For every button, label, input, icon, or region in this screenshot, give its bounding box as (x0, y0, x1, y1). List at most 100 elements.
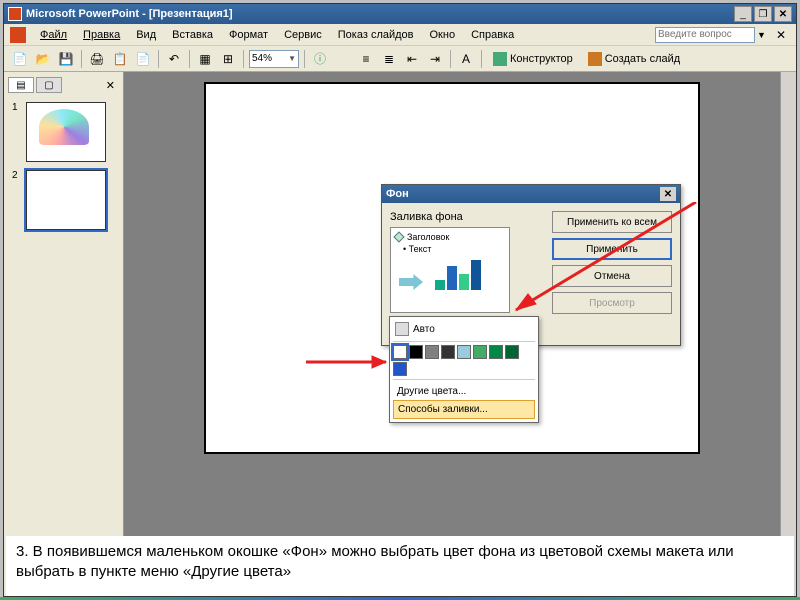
color-swatch[interactable] (393, 362, 407, 376)
slides-tab[interactable]: ▢ (36, 77, 62, 93)
designer-button[interactable]: Конструктор (487, 49, 579, 69)
panel-tabs: ▤ ▢ ✕ (8, 76, 119, 94)
color-swatch[interactable] (473, 345, 487, 359)
title-bar: Microsoft PowerPoint - [Презентация1] _ … (4, 4, 796, 24)
zoom-combo[interactable]: 54% ▼ (249, 50, 299, 68)
menu-tools[interactable]: Сервис (276, 27, 330, 43)
thumbnails: 1 2 (8, 98, 119, 234)
zoom-value: 54% (252, 53, 272, 64)
pv-title-row: Заголовок (395, 232, 505, 242)
pv-bullet-row: • Текст (403, 244, 505, 254)
slide-thumb-2[interactable] (26, 170, 106, 230)
paste-icon[interactable]: 📄 (133, 49, 153, 69)
minimize-button[interactable]: _ (734, 6, 752, 22)
menu-window[interactable]: Окно (422, 27, 464, 43)
bullets-icon[interactable]: ≡ (356, 49, 376, 69)
dialog-close-button[interactable]: ✕ (660, 187, 676, 201)
menu-help[interactable]: Справка (463, 27, 522, 43)
slide-stage[interactable]: Фон ✕ Заливка фона Заголовок • Текст (124, 72, 780, 596)
app-window: Microsoft PowerPoint - [Презентация1] _ … (3, 3, 797, 597)
panel-close-button[interactable]: ✕ (102, 79, 119, 92)
fill-preview: Заголовок • Текст (390, 227, 510, 313)
more-colors-item[interactable]: Другие цвета... (393, 383, 535, 400)
window-buttons: _ ❐ ✕ (734, 6, 792, 22)
apply-button[interactable]: Применить (552, 238, 672, 260)
menu-file[interactable]: Файл (32, 27, 75, 43)
close-button[interactable]: ✕ (774, 6, 792, 22)
toolbar: 📄 📂 💾 🖨 📋 📄 ↶ ▦ ⊞ 54% ▼ ⓘ ≡ ≣ ⇤ ⇥ A Конс… (4, 46, 796, 72)
copy-icon[interactable]: 📋 (110, 49, 130, 69)
chevron-down-icon: ▼ (288, 54, 296, 63)
pv-shapes (399, 260, 505, 290)
cancel-button[interactable]: Отмена (552, 265, 672, 287)
color-swatch[interactable] (425, 345, 439, 359)
dialog-title-bar[interactable]: Фон ✕ (382, 185, 680, 203)
bar-icon (447, 266, 457, 290)
caption: 3. В появившемся маленьком окошке «Фон» … (6, 536, 794, 596)
menu-bar: Файл Правка Вид Вставка Формат Сервис По… (4, 24, 796, 46)
color-scheme-row (393, 345, 535, 359)
outdent-icon[interactable]: ⇤ (402, 49, 422, 69)
help-icon[interactable]: ⓘ (310, 49, 330, 69)
bar-icon (471, 260, 481, 290)
bar-icon (435, 280, 445, 290)
new-slide-icon (588, 52, 602, 66)
auto-color-row[interactable]: Авто (393, 320, 535, 338)
doc-close-button[interactable]: ✕ (772, 28, 790, 42)
open-icon[interactable]: 📂 (33, 49, 53, 69)
menu-format[interactable]: Формат (221, 27, 276, 43)
content-area: ▤ ▢ ✕ 1 2 Фон ✕ (4, 72, 796, 596)
menu-insert[interactable]: Вставка (164, 27, 221, 43)
slide-canvas[interactable]: Фон ✕ Заливка фона Заголовок • Текст (204, 82, 700, 454)
restore-button[interactable]: ❐ (754, 6, 772, 22)
slide-thumb-1[interactable] (26, 102, 106, 162)
color-swatch[interactable] (489, 345, 503, 359)
document-icon (10, 27, 26, 43)
help-search: ▼ ✕ (655, 27, 790, 43)
dialog-buttons: Применить ко всем Применить Отмена Просм… (552, 211, 672, 337)
slide-panel: ▤ ▢ ✕ 1 2 (4, 72, 124, 596)
numlist-icon[interactable]: ≣ (379, 49, 399, 69)
new-slide-button[interactable]: Создать слайд (582, 49, 686, 69)
new-icon[interactable]: 📄 (10, 49, 30, 69)
arrow-shape-icon (399, 274, 423, 290)
save-icon[interactable]: 💾 (56, 49, 76, 69)
undo-icon[interactable]: ↶ (164, 49, 184, 69)
apply-all-button[interactable]: Применить ко всем (552, 211, 672, 233)
color-popup: Авто (389, 316, 539, 423)
thumb-row: 2 (12, 170, 115, 230)
fill-effects-item[interactable]: Способы заливки... (393, 400, 535, 419)
thumb-number: 1 (12, 102, 22, 113)
outline-tab[interactable]: ▤ (8, 77, 34, 93)
thumb-row: 1 (12, 102, 115, 162)
designer-icon (493, 52, 507, 66)
caption-text: 3. В появившемся маленьком окошке «Фон» … (16, 543, 734, 580)
vertical-scrollbar[interactable] (780, 72, 796, 596)
auto-swatch (395, 322, 409, 336)
powerpoint-icon (8, 7, 22, 21)
thumb-number: 2 (12, 170, 22, 181)
font-icon[interactable]: A (456, 49, 476, 69)
bar-icon (459, 274, 469, 290)
menu-slideshow[interactable]: Показ слайдов (330, 27, 422, 43)
preview-button[interactable]: Просмотр (552, 292, 672, 314)
recent-colors-row (393, 362, 535, 376)
grid-icon[interactable]: ⊞ (218, 49, 238, 69)
diamond-icon (393, 231, 404, 242)
color-swatch[interactable] (393, 345, 407, 359)
color-swatch[interactable] (505, 345, 519, 359)
help-input[interactable] (655, 27, 755, 43)
dialog-title: Фон (386, 188, 409, 200)
print-icon[interactable]: 🖨 (87, 49, 107, 69)
color-swatch[interactable] (441, 345, 455, 359)
indent-icon[interactable]: ⇥ (425, 49, 445, 69)
menu-view[interactable]: Вид (128, 27, 164, 43)
help-dropdown-arrow[interactable]: ▼ (757, 30, 766, 40)
group-label: Заливка фона (390, 211, 544, 223)
color-swatch[interactable] (409, 345, 423, 359)
menu-edit[interactable]: Правка (75, 27, 128, 43)
color-swatch[interactable] (457, 345, 471, 359)
thumb1-graphic (39, 109, 89, 145)
title-bar-text: Microsoft PowerPoint - [Презентация1] (26, 8, 734, 20)
table-icon[interactable]: ▦ (195, 49, 215, 69)
